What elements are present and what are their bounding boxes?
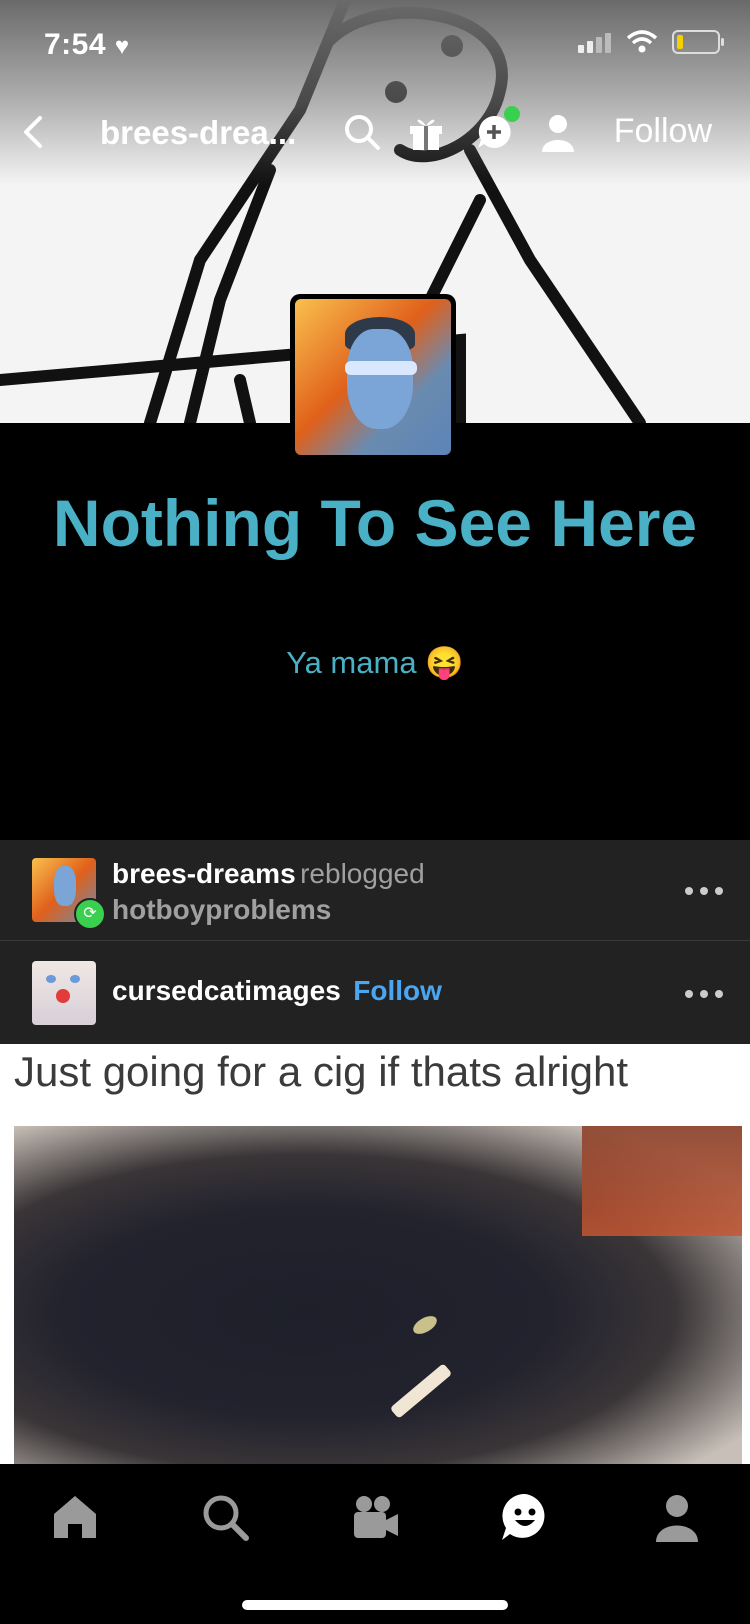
reblog-line: brees-dreams reblogged: [112, 858, 425, 890]
author-follow-button[interactable]: Follow: [353, 975, 442, 1006]
battery-icon: [672, 30, 724, 54]
time-text: 7:54: [44, 28, 107, 61]
reblog-header: ⟳ brees-dreams reblogged hotboyproblems: [0, 840, 750, 940]
author-header: cursedcatimages Follow: [0, 940, 750, 1045]
account-icon[interactable]: [538, 112, 578, 152]
avatar-image: [295, 299, 451, 455]
search-icon[interactable]: [200, 1492, 250, 1542]
online-indicator: [504, 106, 520, 122]
reblog-badge: ⟳: [74, 898, 106, 930]
author-line: cursedcatimages Follow: [112, 975, 442, 1007]
top-nav: brees-drea... Follow: [0, 100, 750, 166]
signal-icon: [578, 33, 611, 53]
post-image[interactable]: Just going for a cig if thats alright: [0, 1044, 750, 1464]
status-indicators: [578, 30, 724, 54]
follow-button[interactable]: Follow: [614, 112, 712, 151]
video-icon[interactable]: [350, 1492, 400, 1542]
home-indicator: [242, 1600, 508, 1610]
home-icon[interactable]: [50, 1492, 100, 1542]
status-bar: 7:54 ♥: [0, 0, 750, 90]
search-icon[interactable]: [342, 112, 382, 152]
heart-icon: ♥: [114, 33, 130, 60]
author-name[interactable]: cursedcatimages: [112, 975, 341, 1006]
activity-icon[interactable]: [500, 1492, 550, 1542]
back-arrow-icon[interactable]: [14, 112, 54, 152]
author-avatar[interactable]: [32, 961, 96, 1025]
gift-icon[interactable]: [406, 112, 446, 152]
more-options-icon[interactable]: [684, 886, 724, 896]
wifi-icon: [626, 30, 658, 53]
image-caption: Just going for a cig if thats alright: [14, 1048, 628, 1095]
blog-title: Nothing To See Here: [52, 486, 698, 560]
blog-avatar[interactable]: [290, 294, 456, 460]
blog-description: Ya mama 😝: [286, 645, 464, 680]
more-options-icon[interactable]: [684, 989, 724, 999]
source-blog[interactable]: hotboyproblems: [112, 894, 331, 926]
account-icon[interactable]: [652, 1492, 702, 1542]
cat-photo: [14, 1126, 742, 1464]
reblogger-name[interactable]: brees-dreams: [112, 858, 296, 889]
reblog-verb: reblogged: [300, 858, 425, 889]
status-time: 7:54 ♥: [44, 28, 130, 62]
blog-name[interactable]: brees-drea...: [100, 114, 296, 152]
